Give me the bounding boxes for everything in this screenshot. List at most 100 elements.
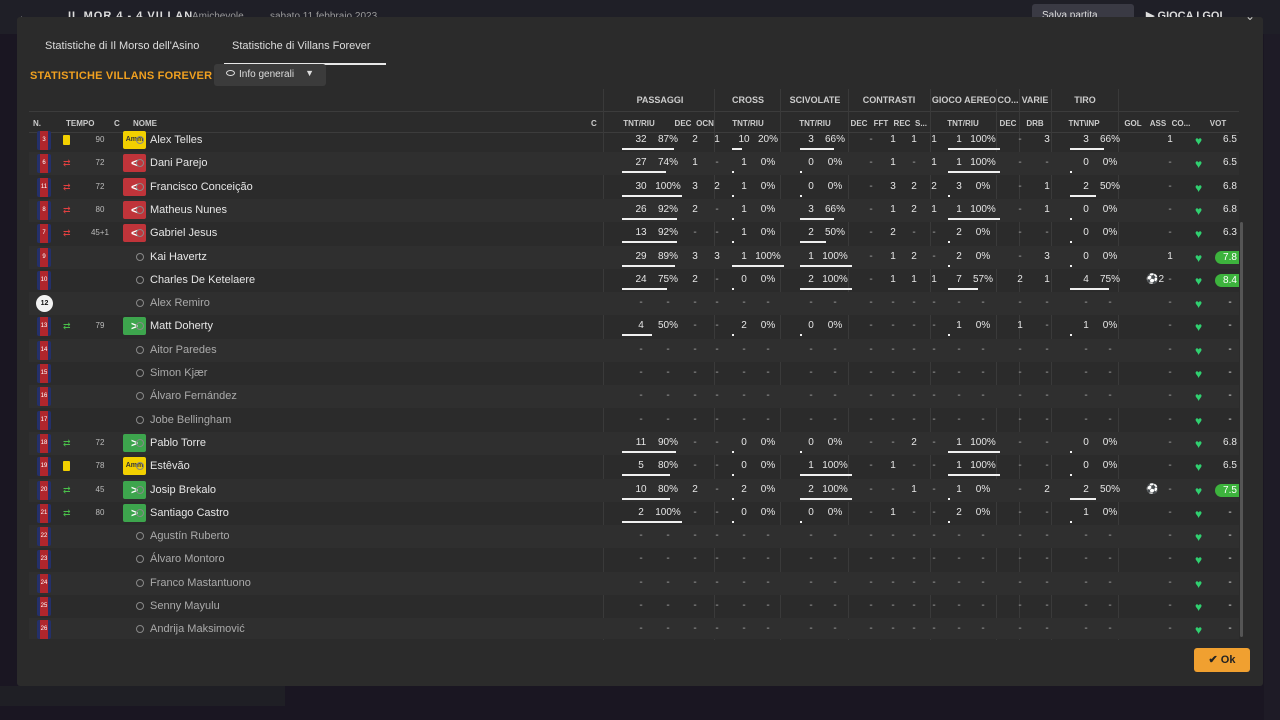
- player-name[interactable]: Alex Telles: [150, 134, 202, 146]
- player-name[interactable]: Simon Kjær: [150, 367, 207, 379]
- player-row[interactable]: 24 Franco Mastantuono - - - - - - - - - - - - - - - - - - - ♥…: [29, 571, 1239, 595]
- col-header-co-dec[interactable]: DEC: [998, 119, 1018, 128]
- player-row[interactable]: 13 ⇄ 79 > Matt Doherty 4 50% - -2 0% 0 0% - - - -1 0% 1-1…: [29, 315, 1239, 338]
- success-rate-bar: [948, 194, 950, 197]
- stat-shot-percent: 0%: [1102, 436, 1118, 448]
- stat-shot-percent: 50%: [1099, 180, 1120, 192]
- col-header-tiro-tnt[interactable]: TNT\INP: [1065, 119, 1103, 128]
- success-rate-bar: [1070, 194, 1096, 197]
- player-row[interactable]: 11 ⇄ 72 < Francisco Conceição 30 100% 3 2 1 0% 0 0% -…: [29, 176, 1239, 199]
- col-header-con-rec[interactable]: REC: [892, 119, 912, 128]
- stat-con-s: -: [932, 320, 936, 332]
- ok-button[interactable]: ✔ Ok: [1194, 648, 1250, 672]
- player-name[interactable]: Alex Remiro: [150, 297, 210, 309]
- player-name[interactable]: Andrija Maksimović: [150, 623, 245, 635]
- stat-assists: -: [1168, 343, 1172, 355]
- success-rate-bar: [948, 171, 1000, 174]
- tab-home-team-stats[interactable]: Statistiche di Il Morso dell'Asino: [45, 40, 199, 52]
- col-header-con-fft[interactable]: FFT: [871, 119, 891, 128]
- player-row[interactable]: 26 Andrija Maksimović - - - - - - - - - - - - - - - - - - - ♥…: [29, 618, 1239, 639]
- stat-con-dec: -: [869, 390, 873, 402]
- player-row[interactable]: 9 Kai Havertz 29 89% 3 3 1 100% 1 100% - 1 2 - 2 0% - 3 0 0…: [29, 245, 1239, 269]
- player-name[interactable]: Gabriel Jesus: [150, 227, 217, 239]
- col-header-pass-ocn[interactable]: OCN: [694, 119, 716, 128]
- player-row[interactable]: 6 ⇄ 72 < Dani Parejo 27 74% 1-1 0% 0 0% -1-1 1 100% - -…: [29, 152, 1239, 176]
- col-header-con-s[interactable]: S...: [912, 119, 930, 128]
- stat-aerial-attempts: -: [957, 343, 961, 355]
- stat-pass-dec: -: [693, 343, 697, 355]
- col-header-pass-dec[interactable]: DEC: [672, 119, 694, 128]
- stat-con-rec: 2: [911, 180, 917, 192]
- player-name[interactable]: Agustín Ruberto: [150, 530, 230, 542]
- stat-pass-percent: 90%: [657, 436, 678, 448]
- player-name[interactable]: Estêvão: [150, 460, 190, 472]
- col-header-ass[interactable]: ASS: [1148, 119, 1168, 128]
- success-rate-bar: [1070, 148, 1104, 150]
- col-header-drb[interactable]: DRB: [1025, 119, 1045, 128]
- stat-aerial-attempts: 1: [956, 460, 962, 472]
- player-name[interactable]: Josip Brekalo: [150, 484, 216, 496]
- col-header-name[interactable]: NOME: [133, 119, 157, 128]
- player-name[interactable]: Matheus Nunes: [150, 204, 227, 216]
- col-header-gol[interactable]: GOL: [1123, 119, 1143, 128]
- col-header-aereo-tnt[interactable]: TNT/RIU: [944, 119, 982, 128]
- player-name[interactable]: Jobe Bellingham: [150, 414, 231, 426]
- view-selector-dropdown[interactable]: Info generali ▼: [214, 64, 326, 86]
- player-name[interactable]: Matt Doherty: [150, 320, 213, 332]
- col-header-co2[interactable]: CO...: [1170, 119, 1192, 128]
- col-header-vot[interactable]: VOT: [1203, 119, 1233, 128]
- stat-tackle-attempts: -: [809, 390, 813, 402]
- person-icon: [136, 625, 144, 634]
- player-row[interactable]: 3 90 Amm Alex Telles 32 87% 2 1 10 20% 3 66% -1 1 1 1 10…: [29, 129, 1239, 152]
- player-row[interactable]: 20 ⇄ 45 > Josip Brekalo 10 80% 2-2 0% 2 100% - -1-1 0…: [29, 478, 1239, 502]
- player-name[interactable]: Álvaro Fernández: [150, 390, 237, 402]
- player-name[interactable]: Senny Mayulu: [150, 600, 220, 612]
- tab-away-team-stats[interactable]: Statistiche di Villans Forever: [224, 40, 386, 65]
- player-name[interactable]: Francisco Conceição: [150, 181, 253, 193]
- eye-icon: [226, 70, 235, 76]
- player-name[interactable]: Álvaro Montoro: [150, 553, 225, 565]
- player-name[interactable]: Aitor Paredes: [150, 344, 217, 356]
- stat-cross-attempts: 1: [741, 157, 747, 169]
- player-row[interactable]: 7 ⇄ 45+1 < Gabriel Jesus 13 92% - -1 0% 2 50% -2- -2 0…: [29, 222, 1239, 245]
- player-row[interactable]: 22 Agustín Ruberto - - - - - - - - - - - - - - - - - - - ♥ -: [29, 525, 1239, 549]
- player-name[interactable]: Franco Mastantuono: [150, 577, 251, 589]
- player-name[interactable]: Dani Parejo: [150, 157, 207, 169]
- col-header-pass-tnt[interactable]: TNT/RIU: [620, 119, 658, 128]
- condition-heart-icon: ♥: [1195, 413, 1203, 428]
- col-header-con-dec[interactable]: DEC: [849, 119, 869, 128]
- col-header-c2[interactable]: C: [591, 119, 597, 128]
- col-header-sciv-tnt[interactable]: TNT/RIU: [796, 119, 834, 128]
- player-row[interactable]: 25 Senny Mayulu - - - - - - - - - - - - - - - - - - - ♥ -: [29, 595, 1239, 618]
- success-rate-bar: [948, 148, 1000, 150]
- col-header-cross-tnt[interactable]: TNT/RIU: [729, 119, 767, 128]
- player-name[interactable]: Charles De Ketelaere: [150, 274, 255, 286]
- player-row[interactable]: 23 Álvaro Montoro - - - - - - - - - - - - - - - - - - - ♥ -: [29, 548, 1239, 571]
- player-row[interactable]: 14 Aitor Paredes - - - - - - - - - - - - - - - - - - - ♥ -: [29, 338, 1239, 362]
- player-name[interactable]: Kai Havertz: [150, 251, 207, 263]
- player-row[interactable]: 17 Jobe Bellingham - - - - - - - - - - - - - - - - - - - ♥ -: [29, 409, 1239, 432]
- player-row[interactable]: 12 Alex Remiro - - - - - - - - - - - - - - - - - - - ♥ -: [29, 292, 1239, 316]
- stat-tackle-attempts: 1: [808, 250, 814, 262]
- col-header-number[interactable]: N.: [33, 119, 41, 128]
- player-row[interactable]: 21 ⇄ 80 > Santiago Castro 2 100% - -0 0% 0 0% -1- -2 0…: [29, 502, 1239, 525]
- player-name[interactable]: Pablo Torre: [150, 437, 206, 449]
- player-rating: 6.8: [1223, 203, 1237, 215]
- success-rate-bar: [1070, 450, 1072, 453]
- player-row[interactable]: 19 78 Amm Estêvão 5 80% - -0 0% 1 100% -1- -1 100% - -0…: [29, 455, 1239, 478]
- player-name[interactable]: Santiago Castro: [150, 507, 229, 519]
- player-row[interactable]: 16 Álvaro Fernández - - - - - - - - - - - - - - - - - - - ♥ -: [29, 385, 1239, 409]
- close-chevron-icon[interactable]: ⌄: [1245, 9, 1255, 23]
- scrollbar[interactable]: [1240, 222, 1243, 637]
- player-row[interactable]: 15 Simon Kjær - - - - - - - - - - - - - - - - - - - ♥ -: [29, 362, 1239, 385]
- stat-shot-attempts: 0: [1083, 227, 1089, 239]
- col-header-c[interactable]: C: [114, 119, 120, 128]
- stat-pass-attempts: 13: [635, 227, 647, 239]
- player-row[interactable]: 18 ⇄ 72 > Pablo Torre 11 90% - -0 0% 0 0% - -2-1 100% -…: [29, 431, 1239, 455]
- player-row[interactable]: 8 ⇄ 80 < Matheus Nunes 26 92% 2-1 0% 3 66% -1 2 1 1 100…: [29, 198, 1239, 222]
- player-row[interactable]: 10 Charles De Ketelaere 24 75% 2-0 0% 2 100% -1 1…: [29, 269, 1239, 292]
- success-rate-bar: [622, 194, 682, 197]
- stat-shot-percent: -: [1108, 297, 1112, 309]
- col-header-time[interactable]: TEMPO: [66, 119, 94, 128]
- stat-aerial-attempts: -: [957, 553, 961, 565]
